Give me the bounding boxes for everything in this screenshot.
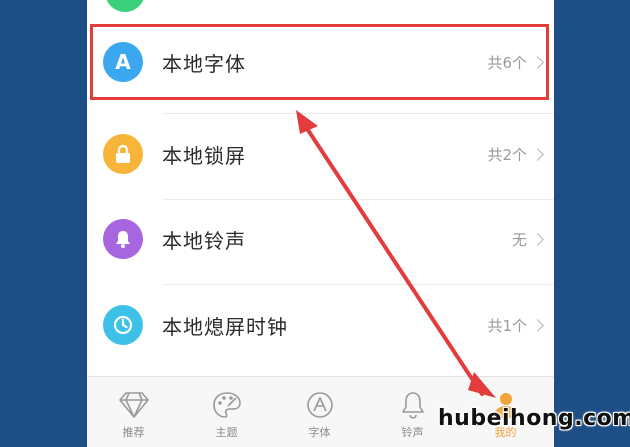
bell-tab-icon [401,392,424,419]
list-item-label: 本地铃声 [162,228,246,253]
palette-icon [212,392,241,418]
list-item-label: 本地熄屏时钟 [162,314,288,339]
diamond-icon [118,392,149,418]
tab-themes[interactable]: 主题 [180,377,273,447]
font-tab-icon [306,392,333,418]
divider [162,199,554,200]
list-item-local-aod-clock[interactable]: 本地熄屏时钟 共1个 [87,287,554,363]
list-item-count: 共2个 [487,144,544,165]
divider [162,284,554,285]
phone-screen: A 本地字体 共6个 本地锁屏 共2个 本地铃声 无 本地熄屏时钟 共1个 推荐… [87,0,554,447]
list-item-count: 共1个 [487,315,544,336]
tab-fonts[interactable]: 字体 [273,377,366,447]
divider [162,113,554,114]
highlight-box [90,24,549,100]
watermark: hubeihong.com [438,406,630,431]
partial-list-icon [105,0,145,12]
chevron-right-icon [531,318,544,332]
lock-icon [103,134,143,174]
list-item-label: 本地锁屏 [162,143,246,168]
tab-recommend[interactable]: 推荐 [87,377,180,447]
list-item-count: 无 [512,229,544,250]
list-item-local-ringtones[interactable]: 本地铃声 无 [87,201,554,277]
bell-icon [103,219,143,259]
list-item-local-lockscreen[interactable]: 本地锁屏 共2个 [87,116,554,192]
chevron-right-icon [531,147,544,161]
chevron-right-icon [531,232,544,246]
clock-icon [103,305,143,345]
